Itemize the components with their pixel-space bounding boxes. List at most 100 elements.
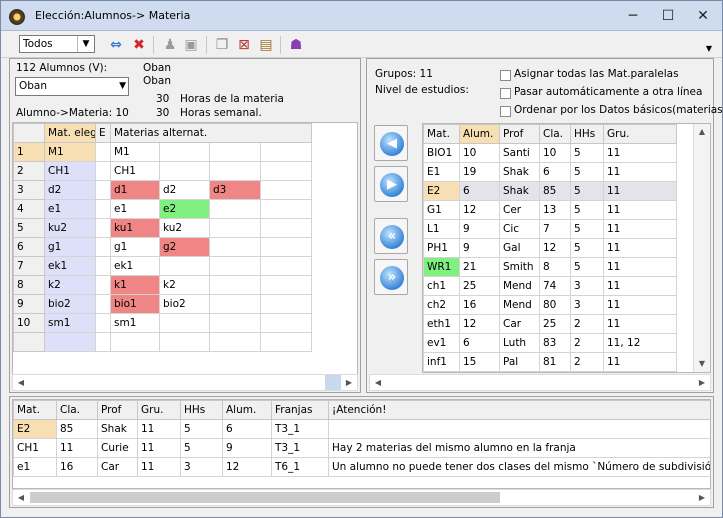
table-row[interactable]: CH1 11 Curie 11 5 9 T3_1 Hay 2 materias del mis…	[13, 438, 710, 458]
alt-materia-cell[interactable]: bio1	[110, 294, 160, 314]
table-row[interactable]: eth1 12 Car 25 2 11	[423, 314, 677, 334]
row-number[interactable]: 5	[13, 218, 45, 238]
subject-cell[interactable]: Cic	[499, 219, 540, 239]
conflict-cell[interactable]: CH1	[13, 438, 57, 458]
row-number[interactable]: 9	[13, 294, 45, 314]
subject-cell[interactable]: 15	[459, 352, 500, 372]
subject-cell[interactable]: 11	[603, 295, 677, 315]
pasar-automaticamente-label[interactable]: Pasar automáticamente a otra línea	[514, 86, 702, 98]
e-cell[interactable]	[95, 218, 111, 238]
row-number[interactable]: 10	[13, 313, 45, 333]
subject-cell[interactable]: 5	[570, 257, 604, 277]
subject-cell[interactable]: 5	[570, 181, 604, 201]
alt-materia-cell[interactable]	[159, 313, 210, 333]
conflict-cell[interactable]: Curie	[97, 438, 138, 458]
asignar-paralelas-checkbox[interactable]	[500, 70, 511, 81]
subject-cell[interactable]: 2	[570, 333, 604, 353]
mat-eleg-cell[interactable]: ku2	[44, 218, 96, 238]
conflict-cell[interactable]: 5	[180, 438, 223, 458]
alt-materia-cell[interactable]	[259, 256, 313, 276]
clear-selection-icon[interactable]: ⊠	[235, 36, 253, 54]
subject-cell[interactable]: 13	[539, 200, 571, 220]
table-row[interactable]: e1 16 Car 11 3 12 T6_1 Un alumno no puede tener…	[13, 457, 710, 477]
alt-materia-cell[interactable]	[209, 237, 261, 257]
alt-materia-cell[interactable]: d2	[159, 180, 210, 200]
alt-materia-cell[interactable]	[159, 256, 210, 276]
e-cell[interactable]	[95, 180, 111, 200]
conflict-cell[interactable]: 16	[56, 457, 98, 477]
alt-materia-cell[interactable]	[259, 142, 313, 162]
alt-materia-cell[interactable]: e2	[159, 199, 210, 219]
conflict-cell[interactable]: e1	[13, 457, 57, 477]
vertical-scrollbar[interactable]: ▲ ▼	[693, 124, 710, 372]
lock-icon[interactable]: ▣	[182, 36, 200, 54]
conflict-cell[interactable]	[328, 419, 710, 439]
move-all-right-button[interactable]: »	[374, 259, 408, 295]
alt-materia-cell[interactable]: d1	[110, 180, 160, 200]
conflict-cell[interactable]: 11	[137, 457, 181, 477]
subject-cell[interactable]: inf1	[423, 352, 460, 372]
conflict-cell[interactable]: 11	[137, 438, 181, 458]
move-all-left-button[interactable]: «	[374, 218, 408, 254]
e-cell[interactable]	[95, 199, 111, 219]
subject-cell[interactable]: 5	[570, 162, 604, 182]
table-row[interactable]: ch1 25 Mend 74 3 11	[423, 276, 677, 296]
subject-cell[interactable]: BIO1	[423, 143, 460, 163]
table-row[interactable]: BIO1 10 Santi 10 5 11	[423, 143, 677, 163]
users-icon[interactable]: ☗	[287, 36, 305, 54]
scroll-right-icon[interactable]: ▶	[341, 375, 357, 390]
scroll-up-icon[interactable]: ▲	[694, 124, 710, 140]
alt-materia-cell[interactable]: bio2	[159, 294, 210, 314]
swap-arrows-icon[interactable]: ⇔	[107, 36, 125, 54]
table-row[interactable]: PH1 9 Gal 12 5 11	[423, 238, 677, 258]
subject-cell[interactable]: 2	[570, 314, 604, 334]
table-row[interactable]: 2 CH1 CH1	[13, 161, 313, 181]
mat-eleg-cell[interactable]: k2	[44, 275, 96, 295]
table-row[interactable]: ch2 16 Mend 80 3 11	[423, 295, 677, 315]
alt-materia-cell[interactable]	[209, 142, 261, 162]
alt-materia-cell[interactable]	[259, 180, 313, 200]
conflict-cell[interactable]: Car	[97, 457, 138, 477]
table-row[interactable]: inf1 15 Pal 81 2 11	[423, 352, 677, 372]
subject-cell[interactable]: 12	[459, 200, 500, 220]
subject-cell[interactable]: 6	[539, 162, 571, 182]
grid-header-corner[interactable]	[13, 123, 45, 143]
subject-cell[interactable]: 80	[539, 295, 571, 315]
mat-eleg-cell[interactable]: M1	[44, 142, 96, 162]
delete-icon[interactable]: ✖	[130, 36, 148, 54]
subject-cell[interactable]: 11	[603, 200, 677, 220]
grid-header-cell[interactable]: Alum.	[459, 124, 500, 144]
subject-cell[interactable]: Shak	[499, 181, 540, 201]
subject-cell[interactable]: 11	[603, 162, 677, 182]
subject-cell[interactable]: Smith	[499, 257, 540, 277]
row-number[interactable]: 6	[13, 237, 45, 257]
row-number[interactable]: 3	[13, 180, 45, 200]
table-row[interactable]: 9 bio2 bio1 bio2	[13, 294, 313, 314]
filter-select[interactable]: Todos ▼	[19, 35, 95, 53]
e-cell[interactable]	[95, 294, 111, 314]
conflict-cell[interactable]: 6	[222, 419, 272, 439]
row-number[interactable]: 1	[13, 142, 45, 162]
table-row[interactable]: 7 ek1 ek1	[13, 256, 313, 276]
subject-cell[interactable]: Santi	[499, 143, 540, 163]
alt-materia-cell[interactable]	[259, 199, 313, 219]
alt-materia-cell[interactable]: e1	[110, 199, 160, 219]
alt-materia-cell[interactable]	[209, 199, 261, 219]
mat-eleg-cell[interactable]: ek1	[44, 256, 96, 276]
grid-header-cell[interactable]: HHs	[180, 400, 223, 420]
ordenar-datos-checkbox[interactable]	[500, 106, 511, 117]
documents-icon[interactable]: ▤	[257, 36, 275, 54]
subject-cell[interactable]: 8	[539, 257, 571, 277]
alt-materia-cell[interactable]: k2	[159, 275, 210, 295]
empty-cell[interactable]	[95, 332, 111, 352]
alt-materia-cell[interactable]: ku1	[110, 218, 160, 238]
subject-cell[interactable]: Car	[499, 314, 540, 334]
horizontal-scrollbar[interactable]: ◀ ▶	[369, 374, 711, 391]
table-row[interactable]: E2 85 Shak 11 5 6 T3_1	[13, 419, 710, 439]
alt-materia-cell[interactable]: M1	[110, 142, 160, 162]
grid-header-cell[interactable]: ¡Atención!	[328, 400, 710, 420]
row-number[interactable]: 7	[13, 256, 45, 276]
teacher-select[interactable]: Oban ▼	[15, 77, 129, 96]
subject-cell[interactable]: 11	[603, 257, 677, 277]
subject-cell[interactable]: 11	[603, 314, 677, 334]
